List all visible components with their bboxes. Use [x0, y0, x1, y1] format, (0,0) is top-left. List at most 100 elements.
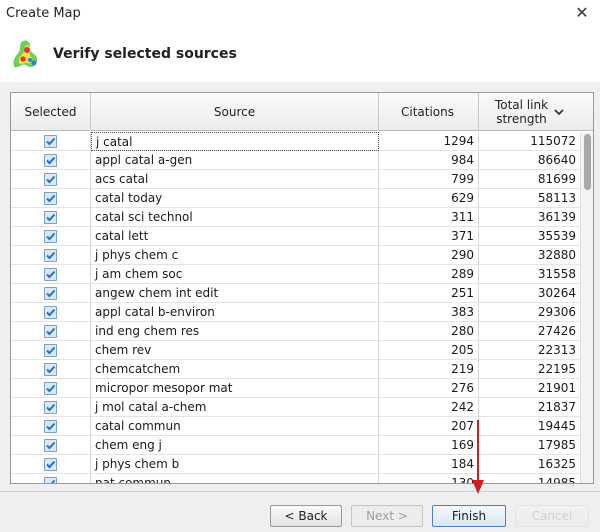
checkmark-icon — [46, 308, 56, 317]
selected-checkbox[interactable] — [44, 192, 57, 205]
selected-checkbox[interactable] — [44, 306, 57, 319]
scrollbar-thumb[interactable] — [584, 134, 591, 190]
cell-citations: 251 — [379, 284, 479, 303]
cell-selected — [11, 398, 91, 417]
cell-selected — [11, 151, 91, 170]
selected-checkbox[interactable] — [44, 401, 57, 414]
chevron-down-icon — [554, 109, 564, 116]
selected-checkbox[interactable] — [44, 249, 57, 262]
column-header-total-link-strength[interactable]: Total link strength — [479, 93, 580, 131]
selected-checkbox[interactable] — [44, 154, 57, 167]
selected-checkbox[interactable] — [44, 477, 57, 483]
cell-selected — [11, 208, 91, 227]
selected-checkbox[interactable] — [44, 325, 57, 338]
checkmark-icon — [46, 289, 56, 298]
cell-source: appl catal b-environ — [91, 303, 379, 322]
column-header-label-line2: strength — [496, 112, 547, 126]
selected-checkbox[interactable] — [44, 135, 57, 148]
table-row[interactable]: j phys chem b 184 16325 — [11, 455, 580, 474]
table-row[interactable]: chem rev 205 22313 — [11, 341, 580, 360]
cell-citations: 205 — [379, 341, 479, 360]
back-button[interactable]: < Back — [270, 505, 342, 527]
selected-checkbox[interactable] — [44, 420, 57, 433]
table-row[interactable]: appl catal b-environ 383 29306 — [11, 303, 580, 322]
cell-total-link-strength: 16325 — [537, 457, 576, 471]
close-icon[interactable]: ✕ — [574, 4, 590, 22]
column-header-selected[interactable]: Selected — [11, 93, 91, 131]
cell-selected — [11, 417, 91, 436]
table-row[interactable]: chem eng j 169 17985 — [11, 436, 580, 455]
cell-source: chem rev — [91, 341, 379, 360]
table-body: j catal 1294 115072 appl catal a-gen 984 8664… — [11, 132, 580, 483]
cell-selected — [11, 455, 91, 474]
window-titlebar: Create Map ✕ — [0, 0, 600, 30]
table-row[interactable]: nat commun 130 14985 — [11, 474, 580, 483]
table-row[interactable]: j catal 1294 115072 — [11, 132, 580, 151]
selected-checkbox[interactable] — [44, 344, 57, 357]
table-row[interactable]: acs catal 799 81699 — [11, 170, 580, 189]
table-row[interactable]: catal commun 207 19445 — [11, 417, 580, 436]
cell-total-link-strength: 27426 — [537, 324, 576, 338]
finish-button[interactable]: Finish — [432, 505, 506, 527]
selected-checkbox[interactable] — [44, 458, 57, 471]
table-row[interactable]: appl catal a-gen 984 86640 — [11, 151, 580, 170]
cell-citations: 130 — [379, 474, 479, 483]
column-header-label-line1: Total link — [494, 98, 549, 112]
table-row[interactable]: j mol catal a-chem 242 21837 — [11, 398, 580, 417]
selected-checkbox[interactable] — [44, 230, 57, 243]
selected-checkbox[interactable] — [44, 363, 57, 376]
table-row[interactable]: chemcatchem 219 22195 — [11, 360, 580, 379]
column-header-citations[interactable]: Citations — [379, 93, 479, 131]
selected-checkbox[interactable] — [44, 287, 57, 300]
table-row[interactable]: micropor mesopor mat 276 21901 — [11, 379, 580, 398]
cell-total-link-strength: 31558 — [537, 267, 576, 281]
cell-citations: 984 — [379, 151, 479, 170]
column-header-source[interactable]: Source — [91, 93, 379, 131]
cell-citations: 311 — [379, 208, 479, 227]
cell-selected — [11, 341, 91, 360]
cell-total-link-strength: 30264 — [537, 286, 576, 300]
cell-source: angew chem int edit — [91, 284, 379, 303]
table-row[interactable]: catal today 629 58113 — [11, 189, 580, 208]
table-row[interactable]: j phys chem c 290 32880 — [11, 246, 580, 265]
selected-checkbox[interactable] — [44, 268, 57, 281]
cell-total-link-strength: 86640 — [537, 153, 576, 167]
cell-selected — [11, 189, 91, 208]
cell-source: catal today — [91, 189, 379, 208]
window-title: Create Map — [6, 6, 81, 21]
cell-citations: 371 — [379, 227, 479, 246]
vertical-scrollbar[interactable] — [580, 132, 593, 483]
cell-total-link-strength: 58113 — [537, 191, 576, 205]
cell-source: acs catal — [91, 170, 379, 189]
cell-total-link-strength: 36139 — [537, 210, 576, 224]
cell-source: nat commun — [91, 474, 379, 483]
next-button[interactable]: Next > — [351, 505, 423, 527]
table-header: Selected Source Citations Total link stre… — [11, 93, 593, 131]
checkmark-icon — [46, 137, 56, 146]
selected-checkbox[interactable] — [44, 439, 57, 452]
footer-divider — [0, 491, 600, 492]
checkmark-icon — [46, 460, 56, 469]
checkmark-icon — [46, 156, 56, 165]
cell-source: appl catal a-gen — [91, 151, 379, 170]
table-row[interactable]: ind eng chem res 280 27426 — [11, 322, 580, 341]
cell-source: ind eng chem res — [91, 322, 379, 341]
cell-citations: 280 — [379, 322, 479, 341]
cell-total-link-strength: 19445 — [537, 419, 576, 433]
column-header-label: Source — [213, 105, 256, 119]
table-row[interactable]: j am chem soc 289 31558 — [11, 265, 580, 284]
cell-source: catal sci technol — [91, 208, 379, 227]
cell-citations: 629 — [379, 189, 479, 208]
cell-source: j am chem soc — [91, 265, 379, 284]
selected-checkbox[interactable] — [44, 382, 57, 395]
cell-total-link-strength: 21901 — [537, 381, 576, 395]
column-header-label: Total link strength — [495, 98, 548, 126]
table-row[interactable]: catal lett 371 35539 — [11, 227, 580, 246]
cancel-button[interactable]: Cancel — [515, 505, 589, 527]
table-row[interactable]: catal sci technol 311 36139 — [11, 208, 580, 227]
selected-checkbox[interactable] — [44, 211, 57, 224]
table-row[interactable]: angew chem int edit 251 30264 — [11, 284, 580, 303]
selected-checkbox[interactable] — [44, 173, 57, 186]
cell-citations: 184 — [379, 455, 479, 474]
cell-citations: 1294 — [379, 132, 479, 151]
